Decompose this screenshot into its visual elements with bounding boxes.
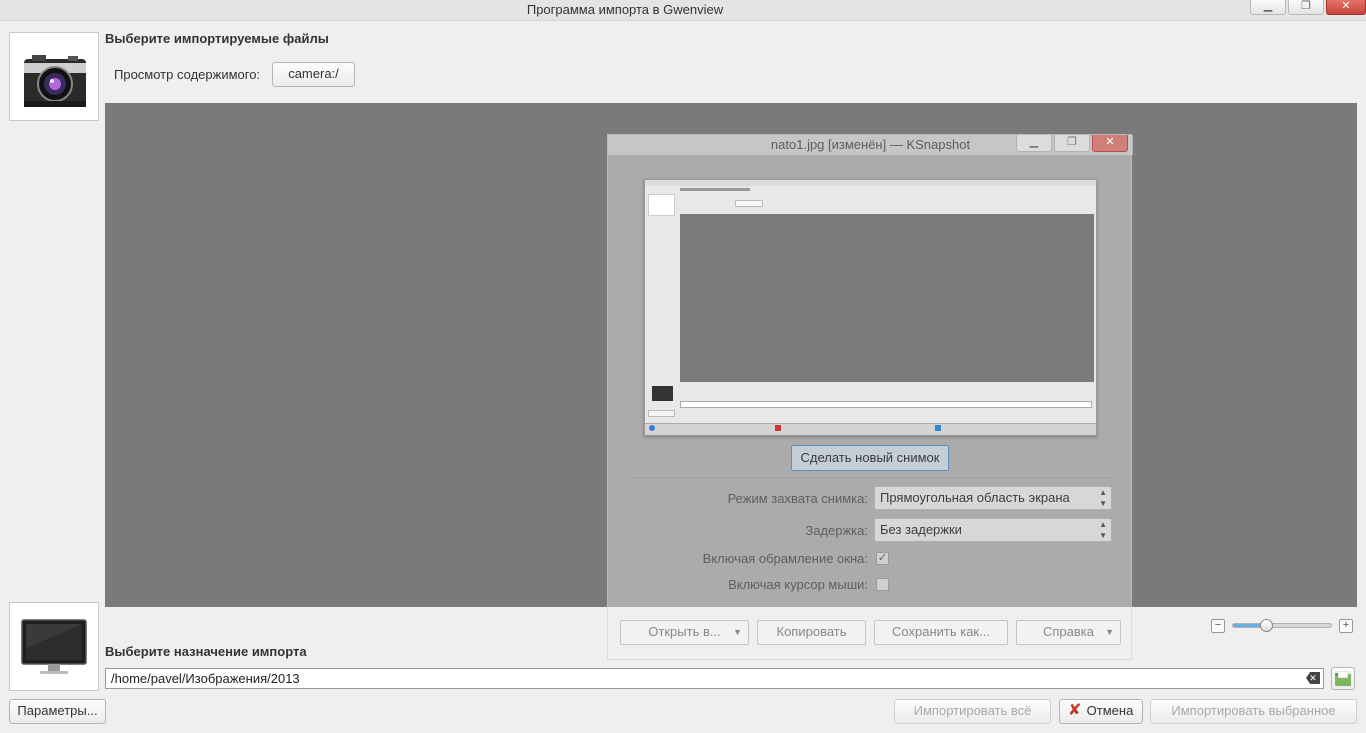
zoom-slider[interactable] (1232, 623, 1332, 628)
capture-mode-select[interactable]: Прямоугольная область экрана ▲ ▼ (874, 486, 1112, 510)
zoom-out-icon[interactable]: − (1211, 619, 1225, 633)
spin-arrows-icon: ▲ ▼ (1099, 520, 1107, 540)
location-button[interactable]: camera:/ (272, 62, 355, 87)
delay-value: Без задержки (880, 522, 962, 537)
folder-icon (1335, 670, 1351, 686)
camera-icon-box (9, 32, 99, 121)
include-decorations-checkbox[interactable]: ✓ (876, 552, 889, 565)
maximize-button[interactable]: ❐ (1288, 0, 1324, 15)
zoom-in-icon[interactable]: + (1339, 619, 1353, 633)
cancel-button[interactable]: ✘ Отмена (1059, 699, 1143, 724)
capture-mode-label: Режим захвата снимка: (727, 491, 868, 506)
open-with-button[interactable]: Открыть в... ▼ (620, 620, 749, 645)
spin-arrows-icon: ▲ ▼ (1099, 488, 1107, 508)
import-selected-button[interactable]: Импортировать выбранное (1150, 699, 1357, 724)
ksnapshot-maximize-icon[interactable]: ❐ (1054, 135, 1090, 152)
snapshot-preview[interactable] (644, 179, 1097, 436)
cancel-x-icon: ✘ (1068, 702, 1082, 719)
include-decorations-label: Включая обрамление окна: (702, 551, 868, 566)
ksnapshot-dialog: nato1.jpg [изменён] — KSnapshot ▁ ❐ ✕ Сд… (607, 134, 1133, 660)
window-title: Программа импорта в Gwenview (526, 2, 724, 17)
destination-path-input[interactable]: /home/pavel/Изображения/2013 ✕ (105, 668, 1324, 689)
dropdown-arrow-icon: ▼ (1105, 627, 1114, 637)
ksnapshot-minimize-icon[interactable]: ▁ (1016, 135, 1052, 152)
copy-button[interactable]: Копировать (757, 620, 866, 645)
settings-button[interactable]: Параметры... (9, 699, 106, 724)
destination-path-value: /home/pavel/Изображения/2013 (111, 671, 300, 686)
delay-label: Задержка: (805, 523, 868, 538)
new-snapshot-button[interactable]: Сделать новый снимок (791, 445, 949, 471)
include-pointer-checkbox[interactable] (876, 578, 889, 591)
source-heading: Выберите импортируемые файлы (105, 31, 329, 46)
window-titlebar: Программа импорта в Gwenview ▁ ❐ ✕ (0, 0, 1366, 21)
import-all-button[interactable]: Импортировать всё (894, 699, 1051, 724)
clear-field-icon[interactable]: ✕ (1306, 672, 1320, 684)
zoom-slider-handle[interactable] (1260, 619, 1273, 632)
help-label: Справка (1043, 624, 1094, 639)
save-as-button[interactable]: Сохранить как... (874, 620, 1008, 645)
browse-label: Просмотр содержимого: (114, 67, 261, 82)
open-with-label: Открыть в... (648, 624, 721, 639)
cancel-label: Отмена (1086, 703, 1134, 718)
ksnapshot-close-icon[interactable]: ✕ (1092, 135, 1128, 152)
monitor-icon (21, 619, 87, 674)
include-pointer-label: Включая курсор мыши: (728, 577, 868, 592)
dropdown-arrow-icon: ▼ (733, 627, 742, 637)
destination-heading: Выберите назначение импорта (105, 644, 307, 659)
help-button[interactable]: Справка ▼ (1016, 620, 1121, 645)
browse-folder-button[interactable] (1331, 667, 1355, 690)
camera-icon (24, 55, 86, 107)
close-button[interactable]: ✕ (1326, 0, 1366, 15)
monitor-icon-box (9, 602, 99, 691)
capture-mode-value: Прямоугольная область экрана (880, 490, 1070, 505)
delay-spinbox[interactable]: Без задержки ▲ ▼ (874, 518, 1112, 542)
minimize-button[interactable]: ▁ (1250, 0, 1286, 15)
